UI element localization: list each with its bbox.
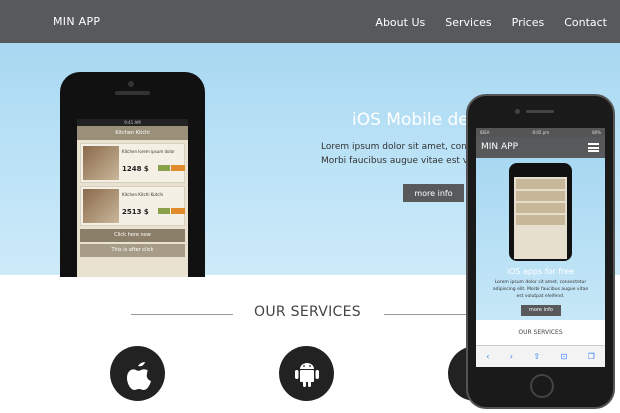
kitchen-image bbox=[83, 146, 119, 180]
mobile-hero-title: iOS apps for free bbox=[506, 267, 575, 276]
home-button[interactable] bbox=[530, 374, 554, 398]
speaker bbox=[115, 91, 150, 95]
hero-title: iOS Mobile de bbox=[352, 110, 469, 130]
apple-icon[interactable] bbox=[110, 346, 165, 401]
after-click-button[interactable]: This is after click bbox=[80, 244, 185, 257]
brand-logo[interactable]: MIN APP bbox=[53, 15, 100, 28]
tabs-icon[interactable]: ❐ bbox=[588, 352, 595, 361]
nav-links: About Us Services Prices Contact bbox=[375, 16, 620, 29]
nav-link-prices[interactable]: Prices bbox=[512, 16, 545, 29]
battery: 80% bbox=[592, 130, 601, 135]
divider bbox=[131, 314, 233, 315]
mobile-services-title: OUR SERVICES bbox=[518, 329, 563, 336]
item-price: 2513 $ bbox=[122, 208, 149, 216]
android-icon[interactable] bbox=[279, 346, 334, 401]
text-line: est volutpat eleifend. bbox=[516, 294, 565, 299]
nav-link-contact[interactable]: Contact bbox=[564, 16, 607, 29]
more-info-button[interactable]: more info bbox=[403, 184, 464, 202]
hero-text-line: Morbi faucibus augue vitae est vo bbox=[321, 156, 474, 166]
click-here-button[interactable]: Click here now bbox=[80, 229, 185, 242]
camera-icon bbox=[515, 109, 520, 114]
forward-icon[interactable]: › bbox=[510, 352, 513, 361]
safari-toolbar: ‹ › ⇧ ⊡ ❐ bbox=[476, 345, 605, 367]
nav-link-about[interactable]: About Us bbox=[375, 16, 425, 29]
tag bbox=[158, 208, 170, 214]
list-item[interactable]: Kitchen lorem ipsum dolor 1248 $ bbox=[80, 143, 185, 183]
hero-text: Lorem ipsum dolor sit amet, consect Morb… bbox=[321, 140, 486, 168]
status-time: 8:05 pm bbox=[532, 130, 550, 135]
bookmarks-icon[interactable]: ⊡ bbox=[560, 352, 567, 361]
item-title: Kitchen Kitchi Kutchi bbox=[122, 192, 164, 197]
text-line: Lorem ipsum dolor sit amet, consectetur bbox=[494, 280, 587, 285]
phone-mockup-left: 9:41 AM Kitchen Kitchi Kitchen lorem ips… bbox=[60, 72, 205, 277]
camera-icon bbox=[128, 81, 134, 87]
mobile-hero: iOS apps for free Lorem ipsum dolor sit … bbox=[476, 158, 605, 320]
divider bbox=[384, 314, 466, 315]
mobile-hero-text: Lorem ipsum dolor sit amet, consectetur … bbox=[476, 279, 605, 300]
status-bar: 9:41 AM bbox=[77, 119, 188, 126]
services-title: OUR SERVICES bbox=[254, 304, 361, 320]
item-title: Kitchen lorem ipsum dolor bbox=[122, 149, 175, 154]
hero-text-line: Lorem ipsum dolor sit amet, consect bbox=[321, 142, 486, 152]
tag bbox=[171, 165, 185, 171]
speaker bbox=[526, 110, 554, 113]
hamburger-menu-icon[interactable] bbox=[588, 143, 599, 152]
mobile-more-info-button[interactable]: more info bbox=[521, 305, 561, 316]
top-navbar: MIN APP About Us Services Prices Contact bbox=[0, 0, 620, 43]
mini-phone-image bbox=[509, 163, 572, 261]
phone-mockup-right: IDEA 8:05 pm 80% MIN APP iOS apps for fr… bbox=[466, 94, 615, 409]
text-line: adipiscing elit. Morbi faucibus augue vi… bbox=[492, 287, 589, 292]
app-brand[interactable]: MIN APP bbox=[481, 142, 518, 152]
phone-screen: 9:41 AM Kitchen Kitchi Kitchen lorem ips… bbox=[77, 119, 188, 277]
share-icon[interactable]: ⇧ bbox=[533, 352, 540, 361]
app-bar: Kitchen Kitchi bbox=[77, 126, 188, 140]
status-bar: IDEA 8:05 pm 80% bbox=[476, 128, 605, 137]
phone-screen: IDEA 8:05 pm 80% MIN APP iOS apps for fr… bbox=[476, 128, 605, 367]
tag bbox=[171, 208, 185, 214]
list-item[interactable]: Kitchen Kitchi Kutchi 2513 $ bbox=[80, 186, 185, 226]
app-header: MIN APP bbox=[476, 137, 605, 158]
carrier: IDEA bbox=[480, 130, 490, 135]
tag bbox=[158, 165, 170, 171]
kitchen-image bbox=[83, 189, 119, 223]
back-icon[interactable]: ‹ bbox=[486, 352, 489, 361]
item-price: 1248 $ bbox=[122, 165, 149, 173]
nav-link-services[interactable]: Services bbox=[445, 16, 491, 29]
